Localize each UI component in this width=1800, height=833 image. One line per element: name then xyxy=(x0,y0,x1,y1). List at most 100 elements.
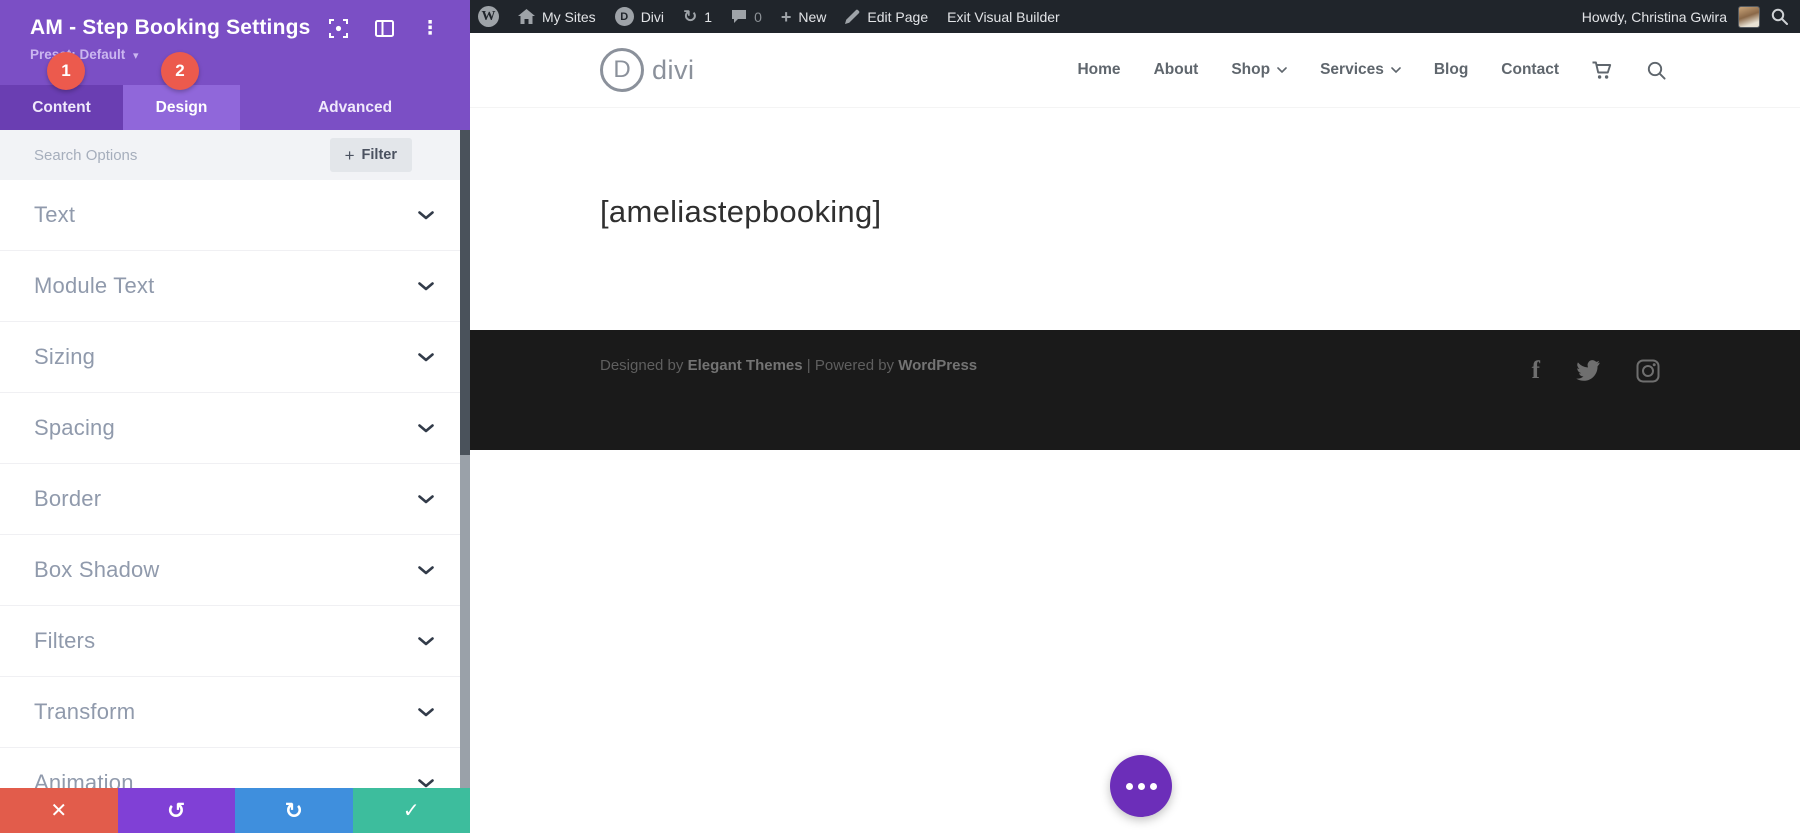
section-module-text[interactable]: Module Text xyxy=(0,251,470,322)
search-options-input[interactable] xyxy=(34,147,330,164)
tab-content-label: Content xyxy=(32,99,91,117)
section-label: Spacing xyxy=(34,415,115,441)
section-label: Transform xyxy=(34,699,135,725)
amelia-shortcode-text: [ameliastepbooking] xyxy=(600,194,1800,230)
nav-label: Shop xyxy=(1231,61,1270,79)
nav-shop[interactable]: Shop xyxy=(1231,61,1287,79)
facebook-icon[interactable]: f xyxy=(1532,357,1540,385)
options-search-bar: + Filter xyxy=(0,130,470,180)
nav-home[interactable]: Home xyxy=(1077,61,1120,79)
instagram-icon[interactable] xyxy=(1636,359,1660,383)
search-icon[interactable] xyxy=(1647,61,1666,80)
tab-content[interactable]: Content xyxy=(0,85,123,130)
tab-advanced[interactable]: Advanced xyxy=(240,85,470,130)
wordpress-link[interactable]: WordPress xyxy=(898,357,977,374)
chevron-down-icon xyxy=(1391,67,1401,73)
site-footer: Designed by Elegant Themes | Powered by … xyxy=(470,330,1800,450)
exit-visual-builder[interactable]: Exit Visual Builder xyxy=(947,9,1060,25)
preset-selector[interactable]: Preset: Default ▾ xyxy=(30,47,448,62)
section-filters[interactable]: Filters xyxy=(0,606,470,677)
dot xyxy=(1138,783,1145,790)
nav-label: Blog xyxy=(1434,61,1468,79)
chevron-down-icon xyxy=(418,211,434,220)
cart-icon[interactable] xyxy=(1592,61,1614,80)
section-text[interactable]: Text xyxy=(0,180,470,251)
check-icon: ✓ xyxy=(403,798,420,823)
discard-button[interactable]: ✕ xyxy=(0,788,118,833)
panel-layout-icon[interactable] xyxy=(374,18,394,38)
plus-icon: + xyxy=(345,147,355,164)
avatar[interactable] xyxy=(1738,6,1760,28)
section-spacing[interactable]: Spacing xyxy=(0,393,470,464)
twitter-icon[interactable] xyxy=(1575,360,1601,382)
focus-preview-icon[interactable] xyxy=(328,18,348,38)
section-label: Text xyxy=(34,202,75,228)
save-button[interactable]: ✓ xyxy=(353,788,471,833)
nav-about[interactable]: About xyxy=(1154,61,1199,79)
wp-logo-menu[interactable]: W xyxy=(478,6,499,27)
settings-tabs: Content Design Advanced xyxy=(0,85,470,130)
elegant-themes-link[interactable]: Elegant Themes xyxy=(688,357,803,374)
chevron-down-icon xyxy=(418,282,434,291)
footer-credit: Designed by Elegant Themes | Powered by … xyxy=(600,357,977,374)
dot xyxy=(1150,783,1157,790)
section-label: Sizing xyxy=(34,344,95,370)
divi-menu[interactable]: D Divi xyxy=(615,7,664,26)
my-sites-menu[interactable]: My Sites xyxy=(518,9,596,25)
house-icon xyxy=(518,9,535,24)
undo-button[interactable]: ↺ xyxy=(118,788,236,833)
edit-page-menu[interactable]: Edit Page xyxy=(845,9,928,25)
comment-bubble-icon xyxy=(731,9,747,24)
tab-design[interactable]: Design xyxy=(123,85,240,130)
site-logo[interactable]: D divi xyxy=(600,48,695,92)
update-icon: ↻ xyxy=(683,8,697,25)
chevron-down-icon xyxy=(1277,67,1287,73)
credit-text: Designed by xyxy=(600,357,688,374)
nav-label: Home xyxy=(1077,61,1120,79)
design-sections-list: Text Module Text Sizing Spacing Border B… xyxy=(0,180,470,788)
credit-text: | Powered by xyxy=(803,357,899,374)
section-label: Border xyxy=(34,486,101,512)
nav-label: Services xyxy=(1320,61,1384,79)
builder-options-button[interactable] xyxy=(1110,755,1172,817)
comments-menu[interactable]: 0 xyxy=(731,9,762,25)
plus-icon: + xyxy=(781,8,792,26)
filter-button[interactable]: + Filter xyxy=(330,138,412,172)
divi-icon: D xyxy=(615,7,634,26)
tab-advanced-label: Advanced xyxy=(318,99,392,117)
social-icons: f xyxy=(1532,357,1660,385)
howdy-account-label[interactable]: Howdy, Christina Gwira xyxy=(1582,9,1727,25)
updates-menu[interactable]: ↻ 1 xyxy=(683,8,712,25)
panel-menu-icon[interactable]: ⋮ xyxy=(420,18,440,38)
wp-admin-bar: W My Sites D Divi ↻ 1 0 xyxy=(470,0,1800,33)
exit-visual-builder-label: Exit Visual Builder xyxy=(947,9,1060,25)
panel-scrollbar-thumb[interactable] xyxy=(460,130,470,455)
nav-contact[interactable]: Contact xyxy=(1501,61,1559,79)
chevron-down-icon xyxy=(418,708,434,717)
redo-icon: ↻ xyxy=(285,798,303,824)
nav-label: Contact xyxy=(1501,61,1559,79)
section-border[interactable]: Border xyxy=(0,464,470,535)
section-box-shadow[interactable]: Box Shadow xyxy=(0,535,470,606)
chevron-down-icon xyxy=(418,495,434,504)
settings-panel-title: AM - Step Booking Settings xyxy=(30,16,328,40)
section-label: Filters xyxy=(34,628,95,654)
divi-logo-icon: D xyxy=(600,48,644,92)
new-menu[interactable]: + New xyxy=(781,8,827,26)
redo-button[interactable]: ↻ xyxy=(235,788,353,833)
preset-caret-icon: ▾ xyxy=(133,50,139,62)
nav-services[interactable]: Services xyxy=(1320,61,1401,79)
tab-design-label: Design xyxy=(156,99,208,117)
filter-button-label: Filter xyxy=(362,147,397,163)
nav-blog[interactable]: Blog xyxy=(1434,61,1468,79)
panel-scrollbar[interactable] xyxy=(460,130,470,788)
site-nav: Home About Shop Services Blog Contact xyxy=(1077,61,1666,80)
visual-builder-screen: AM - Step Booking Settings ⋮ Preset: Def… xyxy=(0,0,1800,833)
section-sizing[interactable]: Sizing xyxy=(0,322,470,393)
section-transform[interactable]: Transform xyxy=(0,677,470,748)
step-badge-1: 1 xyxy=(47,52,85,90)
dot xyxy=(1126,783,1133,790)
section-animation[interactable]: Animation xyxy=(0,748,470,788)
admin-search-icon[interactable] xyxy=(1771,8,1788,25)
wordpress-logo-icon: W xyxy=(478,6,499,27)
